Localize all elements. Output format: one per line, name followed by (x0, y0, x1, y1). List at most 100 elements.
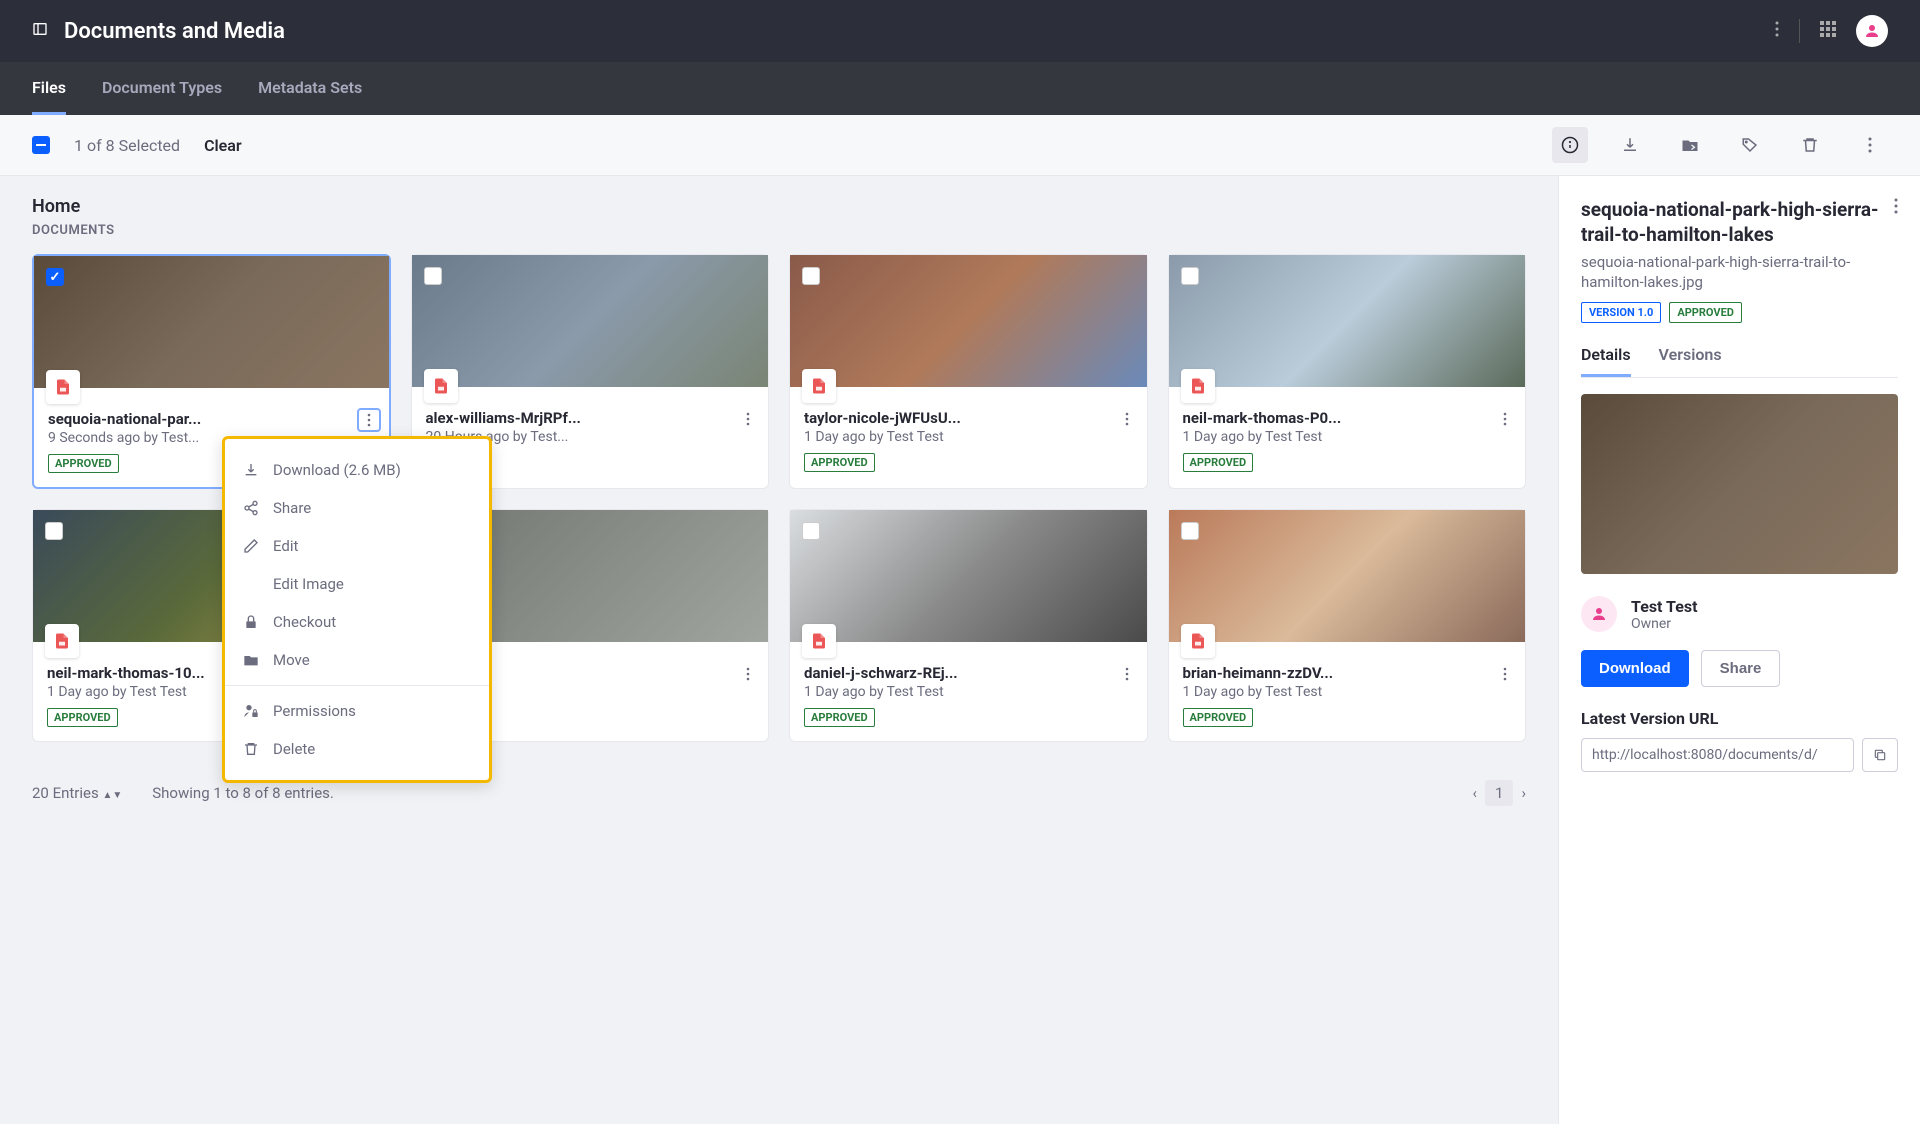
menu-download[interactable]: Download (2.6 MB) (225, 451, 489, 489)
panel-tab-details[interactable]: Details (1581, 345, 1631, 377)
card-more-icon[interactable] (1115, 407, 1139, 431)
card-title: daniel-j-schwarz-REj... (804, 664, 984, 682)
status-badge: APPROVED (48, 454, 119, 473)
card-checkbox[interactable] (1181, 522, 1199, 540)
page-number[interactable]: 1 (1485, 780, 1513, 806)
share-icon (243, 500, 259, 516)
panel-toggle-icon[interactable] (32, 21, 48, 41)
selection-toolbar: 1 of 8 Selected Clear (0, 115, 1920, 176)
preview-image (1581, 394, 1898, 574)
card-title: alex-williams-MrjRPf... (426, 409, 606, 427)
entries-dropdown[interactable]: 20 Entries ▲▼ (32, 784, 122, 802)
card-meta: 1 Day ago by Test Test (804, 429, 1133, 445)
owner-name: Test Test (1631, 597, 1698, 616)
apps-grid-icon[interactable] (1820, 21, 1836, 41)
details-panel: sequoia-national-park-high-sierra-trail-… (1558, 176, 1920, 1124)
copy-icon[interactable] (1862, 738, 1898, 772)
lock-icon (243, 614, 259, 630)
menu-edit[interactable]: Edit (225, 527, 489, 565)
menu-delete[interactable]: Delete (225, 730, 489, 768)
breadcrumb[interactable]: Home (32, 196, 1526, 217)
tab-files[interactable]: Files (32, 62, 66, 115)
card-thumbnail (1169, 255, 1526, 387)
card-thumbnail (790, 255, 1147, 387)
card-more-icon[interactable] (357, 408, 381, 432)
app-header: Documents and Media (0, 0, 1920, 62)
url-section-label: Latest Version URL (1581, 709, 1898, 728)
document-card[interactable]: daniel-j-schwarz-REj... 1 Day ago by Tes… (789, 509, 1148, 742)
page-title: Documents and Media (64, 19, 285, 44)
move-icon[interactable] (1672, 127, 1708, 163)
menu-share[interactable]: Share (225, 489, 489, 527)
info-icon[interactable] (1552, 127, 1588, 163)
card-more-icon[interactable] (736, 407, 760, 431)
document-card[interactable]: brian-heimann-zzDV... 1 Day ago by Test … (1168, 509, 1527, 742)
approved-badge: APPROVED (1669, 302, 1742, 323)
card-more-icon[interactable] (1115, 662, 1139, 686)
version-badge: VERSION 1.0 (1581, 302, 1661, 323)
card-thumbnail (790, 510, 1147, 642)
user-lock-icon (243, 703, 259, 719)
user-avatar[interactable] (1856, 15, 1888, 47)
panel-more-icon[interactable] (1894, 198, 1898, 218)
card-checkbox[interactable] (802, 267, 820, 285)
card-thumbnail (1169, 510, 1526, 642)
tab-metadata-sets[interactable]: Metadata Sets (258, 62, 362, 115)
status-badge: APPROVED (1183, 708, 1254, 727)
showing-text: Showing 1 to 8 of 8 entries. (152, 784, 334, 802)
card-title: brian-heimann-zzDV... (1183, 664, 1363, 682)
card-context-menu: Download (2.6 MB) Share Edit Edit Image … (222, 436, 492, 783)
toolbar-more-icon[interactable] (1852, 127, 1888, 163)
card-checkbox[interactable] (802, 522, 820, 540)
clear-selection-button[interactable]: Clear (204, 136, 242, 155)
card-meta: 1 Day ago by Test Test (804, 684, 1133, 700)
document-card[interactable]: taylor-nicole-jWFUsU... 1 Day ago by Tes… (789, 254, 1148, 489)
download-icon[interactable] (1612, 127, 1648, 163)
card-title: taylor-nicole-jWFUsU... (804, 409, 984, 427)
owner-avatar (1581, 596, 1617, 632)
card-meta: 1 Day ago by Test Test (1183, 429, 1512, 445)
menu-edit-image[interactable]: Edit Image (225, 565, 489, 603)
card-more-icon[interactable] (1493, 662, 1517, 686)
tab-document-types[interactable]: Document Types (102, 62, 222, 115)
menu-move[interactable]: Move (225, 641, 489, 679)
card-thumbnail (34, 256, 389, 388)
next-page-icon[interactable]: › (1521, 784, 1526, 802)
status-badge: APPROVED (47, 708, 118, 727)
status-badge: APPROVED (804, 708, 875, 727)
owner-role: Owner (1631, 616, 1698, 632)
prev-page-icon[interactable]: ‹ (1473, 784, 1478, 802)
card-checkbox[interactable] (1181, 267, 1199, 285)
status-badge: APPROVED (804, 453, 875, 472)
url-input[interactable]: http://localhost:8080/documents/d/ (1581, 738, 1854, 772)
header-more-icon[interactable] (1775, 21, 1779, 41)
share-button[interactable]: Share (1701, 650, 1781, 687)
selection-count: 1 of 8 Selected (74, 136, 180, 155)
card-thumbnail (412, 255, 769, 387)
card-meta: 1 Day ago by Test Test (1183, 684, 1512, 700)
card-more-icon[interactable] (736, 662, 760, 686)
card-checkbox[interactable] (45, 522, 63, 540)
document-card[interactable]: neil-mark-thomas-P0... 1 Day ago by Test… (1168, 254, 1527, 489)
panel-filename: sequoia-national-park-high-sierra-trail-… (1581, 253, 1898, 292)
divider (225, 685, 489, 686)
divider (1799, 19, 1800, 43)
folder-icon (243, 652, 259, 668)
select-all-checkbox[interactable] (32, 136, 50, 154)
card-title: sequoia-national-par... (48, 410, 228, 428)
download-icon (243, 462, 259, 478)
tag-icon[interactable] (1732, 127, 1768, 163)
download-button[interactable]: Download (1581, 650, 1689, 687)
card-checkbox[interactable] (424, 267, 442, 285)
pencil-icon (243, 538, 259, 554)
menu-permissions[interactable]: Permissions (225, 692, 489, 730)
card-title: neil-mark-thomas-P0... (1183, 409, 1363, 427)
card-checkbox[interactable] (46, 268, 64, 286)
trash-icon (243, 741, 259, 757)
card-more-icon[interactable] (1493, 407, 1517, 431)
status-badge: APPROVED (1183, 453, 1254, 472)
card-title: neil-mark-thomas-10... (47, 664, 227, 682)
menu-checkout[interactable]: Checkout (225, 603, 489, 641)
panel-tab-versions[interactable]: Versions (1659, 345, 1722, 377)
trash-icon[interactable] (1792, 127, 1828, 163)
